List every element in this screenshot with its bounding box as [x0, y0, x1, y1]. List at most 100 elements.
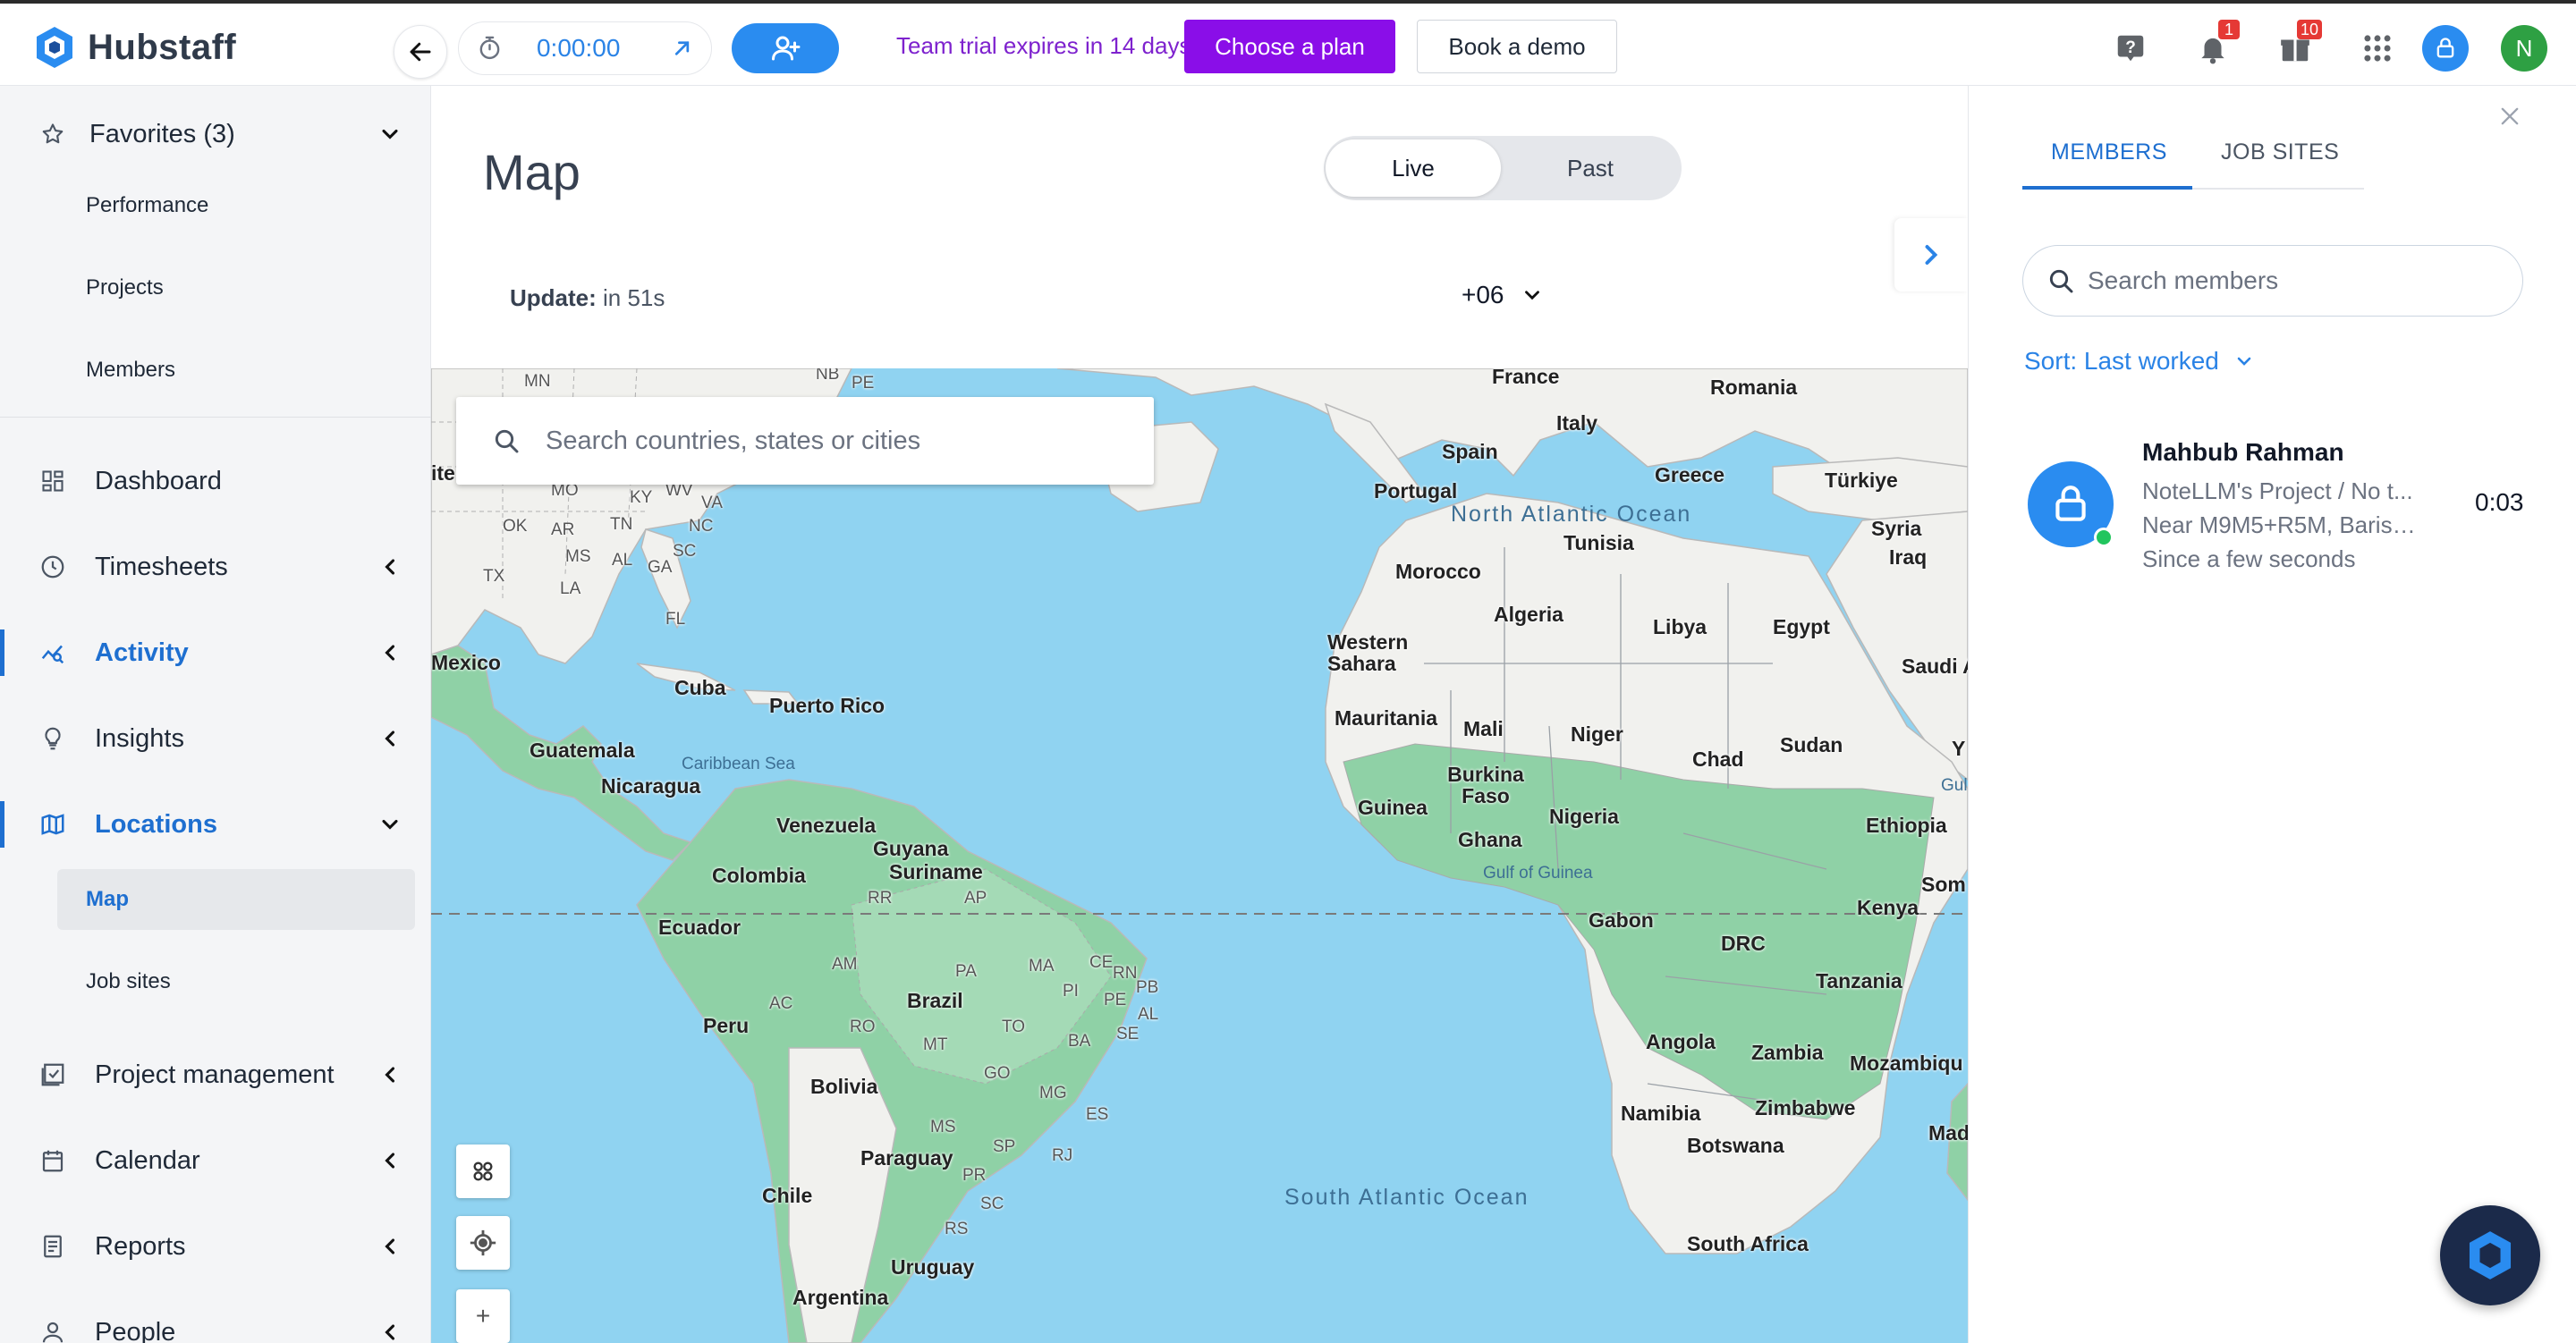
- apps-button[interactable]: [2356, 27, 2399, 70]
- map-label-turkiye: Türkiye: [1825, 469, 1898, 492]
- sidebar-item-dashboard[interactable]: Dashboard: [0, 445, 431, 517]
- panel-tabs: MEMBERS JOB SITES: [2022, 139, 2364, 190]
- favorite-item-projects[interactable]: Projects: [57, 258, 415, 318]
- sidebar-item-locations[interactable]: Locations: [0, 789, 431, 860]
- map-label-kenya: Kenya: [1857, 896, 1919, 919]
- gifts-button[interactable]: 10: [2274, 20, 2322, 70]
- invite-member-button[interactable]: [732, 23, 839, 73]
- map-label-western-sahara: Western Sahara: [1327, 630, 1409, 675]
- add-user-icon: [772, 36, 801, 61]
- gifts-badge: 10: [2296, 20, 2322, 39]
- favorite-item-members[interactable]: Members: [57, 340, 415, 401]
- state-label: AL: [1138, 1005, 1159, 1024]
- help-button[interactable]: ?: [2109, 27, 2152, 70]
- member-name: Mahbub Rahman: [2142, 438, 2344, 466]
- state-label: RO: [850, 1018, 876, 1036]
- dashboard-label: Dashboard: [95, 466, 222, 495]
- calendar-icon: [38, 1145, 68, 1176]
- state-label: TO: [1002, 1018, 1026, 1036]
- sidebar-item-project-management[interactable]: Project management: [0, 1039, 431, 1111]
- sidebar-item-activity[interactable]: Activity: [0, 617, 431, 688]
- state-label: SE: [1116, 1025, 1140, 1043]
- map-label-mauritania: Mauritania: [1335, 706, 1438, 730]
- map-label-sudan: Sudan: [1780, 733, 1843, 756]
- sidebar-item-timesheets[interactable]: Timesheets: [0, 531, 431, 603]
- state-label: SC: [673, 542, 697, 561]
- map-label-drc: DRC: [1721, 932, 1766, 955]
- chevron-down-icon: [382, 129, 398, 139]
- dashboard-icon: [38, 466, 68, 496]
- people-label: People: [95, 1317, 176, 1343]
- state-label: MN: [524, 372, 551, 391]
- timer-widget[interactable]: 0:00:00: [458, 21, 712, 75]
- zoom-in-button[interactable]: +: [456, 1289, 510, 1343]
- state-label: AC: [769, 994, 793, 1013]
- state-label: RJ: [1052, 1146, 1073, 1165]
- state-label: SP: [993, 1137, 1016, 1156]
- favorites-label: Favorites (3): [89, 119, 235, 148]
- map-label-portugal: Portugal: [1374, 479, 1458, 503]
- lightbulb-icon: [38, 723, 68, 754]
- chat-support-button[interactable]: [2440, 1205, 2540, 1305]
- sidebar-item-people[interactable]: People: [0, 1297, 431, 1343]
- sidebar-subitem-map[interactable]: Map: [57, 869, 415, 930]
- map-label-cuba: Cuba: [674, 676, 726, 699]
- sidebar-item-calendar[interactable]: Calendar: [0, 1125, 431, 1196]
- map-canvas[interactable]: [431, 368, 1968, 1343]
- member-time: 0:03: [2475, 488, 2524, 516]
- sidebar: Favorites (3) Performance Projects Membe…: [0, 86, 431, 1343]
- map-label-paraguay: Paraguay: [860, 1146, 953, 1170]
- open-timer-icon[interactable]: [671, 37, 693, 60]
- chevron-down-icon: [382, 819, 398, 830]
- state-label: PA: [955, 962, 977, 981]
- member-search-input[interactable]: [2088, 266, 2499, 295]
- sidebar-item-favorites[interactable]: Favorites (3): [0, 98, 431, 170]
- member-list-item[interactable]: Mahbub Rahman NoteLLM's Project / No t..…: [2022, 429, 2559, 581]
- activity-label: Activity: [95, 638, 189, 667]
- choose-plan-button[interactable]: Choose a plan: [1184, 20, 1395, 73]
- notifications-button[interactable]: 1: [2191, 20, 2240, 70]
- state-label: MS: [565, 547, 591, 566]
- timezone-select[interactable]: +06: [1462, 281, 1544, 309]
- book-demo-button[interactable]: Book a demo: [1417, 20, 1617, 73]
- chevron-left-icon: [385, 1067, 395, 1083]
- sidebar-subitem-job-sites[interactable]: Job sites: [57, 951, 415, 1012]
- map-layers-button[interactable]: [456, 1145, 510, 1198]
- live-toggle-option[interactable]: Live: [1326, 139, 1501, 197]
- member-search[interactable]: [2022, 245, 2523, 317]
- user-avatar[interactable]: N: [2501, 25, 2547, 72]
- organization-avatar[interactable]: [2422, 25, 2469, 72]
- member-project: NoteLLM's Project / No t...: [2142, 477, 2413, 504]
- past-toggle-option[interactable]: Past: [1503, 139, 1678, 197]
- map-label-italy: Italy: [1556, 411, 1598, 435]
- map-label-burkina-faso: Burkina Faso: [1447, 763, 1524, 807]
- location-search-input[interactable]: [546, 426, 1136, 456]
- state-label: MT: [923, 1035, 948, 1054]
- map-label-guyana: Guyana: [873, 837, 949, 860]
- world-map[interactable]: France Romania Italy Spain Portugal Gree…: [431, 368, 1968, 1343]
- group-icon: [473, 1161, 493, 1181]
- hubstaff-logo[interactable]: Hubstaff: [32, 25, 236, 70]
- state-label: PI: [1063, 982, 1079, 1001]
- close-icon[interactable]: [2497, 104, 2522, 129]
- toggle-panel-button[interactable]: [1894, 218, 1968, 291]
- sort-dropdown[interactable]: Sort: Last worked: [2024, 347, 2255, 376]
- tab-job-sites[interactable]: JOB SITES: [2221, 139, 2339, 165]
- location-search[interactable]: [456, 397, 1154, 485]
- arrow-left-icon: [410, 42, 431, 62]
- map-label-uruguay: Uruguay: [891, 1255, 975, 1279]
- map-label-guinea: Guinea: [1358, 796, 1428, 819]
- my-location-button[interactable]: [456, 1216, 510, 1270]
- sidebar-item-reports[interactable]: Reports: [0, 1211, 431, 1282]
- chevron-left-icon: [385, 559, 395, 575]
- state-label: RN: [1113, 964, 1138, 983]
- sidebar-item-insights[interactable]: Insights: [0, 703, 431, 774]
- map-label-suriname: Suriname: [889, 860, 983, 883]
- timer-value: 0:00:00: [536, 34, 621, 62]
- state-label: SC: [980, 1195, 1004, 1213]
- favorite-item-performance[interactable]: Performance: [57, 175, 415, 236]
- tab-members[interactable]: MEMBERS: [2051, 139, 2167, 165]
- collapse-sidebar-button[interactable]: [394, 25, 447, 79]
- hubstaff-logo-icon: [37, 27, 72, 68]
- zoom-in-label: +: [475, 1302, 491, 1330]
